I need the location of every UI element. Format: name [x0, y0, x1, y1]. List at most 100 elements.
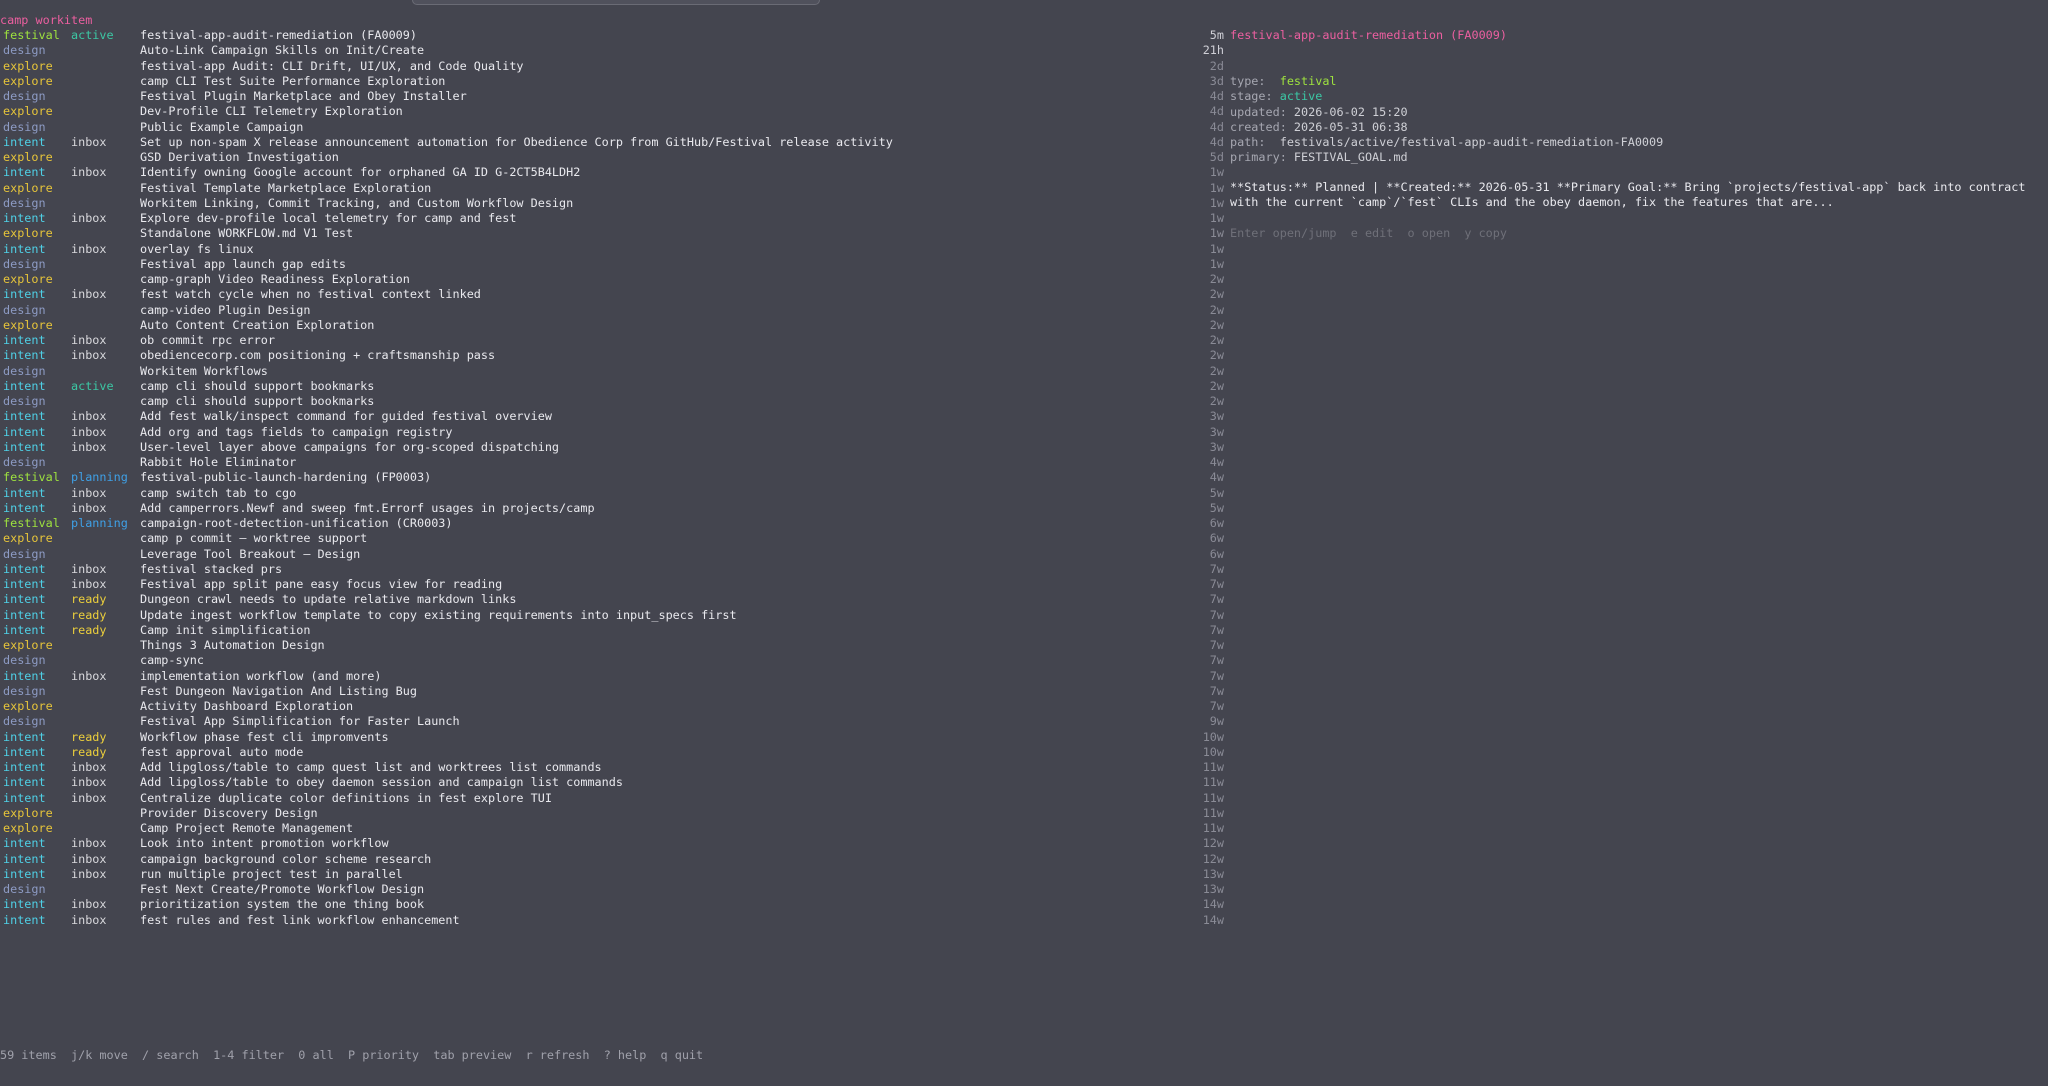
item-age: 5m: [1209, 28, 1224, 42]
list-item[interactable]: intent inbox ob commit rpc error 2w: [0, 333, 1230, 348]
list-item[interactable]: intent inbox campaign background color sch…: [0, 852, 1230, 867]
item-type: design: [3, 394, 46, 408]
item-type: intent: [3, 912, 46, 927]
list-item[interactable]: explore Auto Content Creation Exploration…: [0, 318, 1230, 333]
list-item[interactable]: design Fest Dungeon Navigation And Listin…: [0, 684, 1230, 699]
item-title: Festival app launch gap edits: [140, 256, 346, 271]
item-type: explore: [3, 317, 53, 332]
item-age: 11w: [1202, 805, 1224, 820]
item-status: inbox: [71, 790, 107, 805]
meta-primary: primary: FESTIVAL_GOAL.md: [1230, 150, 1408, 165]
list-item[interactable]: intent inbox festival stacked prs 7w: [0, 562, 1230, 577]
list-item[interactable]: explore festival-app Audit: CLI Drift, UI…: [0, 59, 1230, 74]
list-item[interactable]: explore camp CLI Test Suite Performance E…: [0, 74, 1230, 89]
list-item[interactable]: intent ready Workflow phase fest cli impro…: [0, 730, 1230, 745]
list-item[interactable]: intent active camp cli should support book…: [0, 379, 1230, 394]
list-item[interactable]: explore Provider Discovery Design 11w: [0, 806, 1230, 821]
list-item[interactable]: intent inbox run multiple project test in …: [0, 867, 1230, 882]
list-item[interactable]: intent inbox Add org and tags fields to ca…: [0, 425, 1230, 440]
list-item[interactable]: intent inbox camp switch tab to cgo 5w: [0, 486, 1230, 501]
list-item[interactable]: design Auto-Link Campaign Skills on Init/…: [0, 43, 1230, 58]
item-status: inbox: [71, 485, 107, 500]
item-status: inbox: [71, 134, 107, 149]
list-item[interactable]: design Festival App Simplification for Fa…: [0, 714, 1230, 729]
list-item[interactable]: explore Standalone WORKFLOW.md V1 Test 1w: [0, 226, 1230, 241]
list-item[interactable]: intent inbox Centralize duplicate color de…: [0, 791, 1230, 806]
list-item[interactable]: festival active festival-app-audit-remedia…: [0, 28, 1230, 43]
list-item[interactable]: design Workitem Workflows 2w: [0, 364, 1230, 379]
item-status: ready: [71, 744, 107, 759]
item-title: Explore dev-profile local telemetry for …: [140, 211, 517, 225]
list-item[interactable]: explore Festival Template Marketplace Exp…: [0, 181, 1230, 196]
list-item[interactable]: intent inbox Add camperrors.Newf and sweep…: [0, 501, 1230, 516]
list-item[interactable]: intent inbox Add fest walk/inspect command…: [0, 409, 1230, 424]
list-item[interactable]: explore camp-graph Video Readiness Explor…: [0, 272, 1230, 287]
list-item[interactable]: intent ready Dungeon crawl needs to update…: [0, 592, 1230, 607]
item-age: 10w: [1202, 744, 1224, 759]
list-item[interactable]: intent inbox Look into intent promotion wo…: [0, 836, 1230, 851]
list-item[interactable]: explore camp p commit — worktree support 6…: [0, 531, 1230, 546]
list-item[interactable]: intent inbox Explore dev-profile local tel…: [0, 211, 1230, 226]
item-type: design: [3, 119, 46, 134]
item-age: 7w: [1209, 577, 1224, 591]
item-title: implementation workflow (and more): [140, 668, 382, 683]
item-type: design: [3, 195, 46, 210]
list-item[interactable]: festival planning campaign-root-detection-…: [0, 516, 1230, 531]
item-title: festival stacked prs: [140, 561, 283, 576]
list-item[interactable]: explore GSD Derivation Investigation 5d: [0, 150, 1230, 165]
list-item[interactable]: design Workitem Linking, Commit Tracking,…: [0, 196, 1230, 211]
list-item[interactable]: intent inbox Festival app split pane easy …: [0, 577, 1230, 592]
item-age: 2w: [1209, 333, 1224, 347]
list-item[interactable]: explore Things 3 Automation Design 7w: [0, 638, 1230, 653]
list-item[interactable]: intent inbox obediencecorp.com positioning…: [0, 348, 1230, 363]
item-status: inbox: [71, 668, 107, 683]
list-item[interactable]: design Public Example Campaign 4d: [0, 120, 1230, 135]
window-tab-handle[interactable]: [412, 0, 820, 5]
list-item[interactable]: intent inbox overlay fs linux 1w: [0, 242, 1230, 257]
preview-keyhints: Enter open/jump e edit o open y copy: [1230, 226, 1507, 240]
item-title: Centralize duplicate color definitions i…: [140, 790, 552, 805]
item-age: 12w: [1202, 836, 1224, 851]
item-type: intent: [3, 211, 46, 225]
list-item[interactable]: intent ready fest approval auto mode 10w: [0, 745, 1230, 760]
list-item[interactable]: intent inbox Set up non-spam X release ann…: [0, 135, 1230, 150]
list-item[interactable]: explore Activity Dashboard Exploration 7w: [0, 699, 1230, 714]
item-age: 2w: [1209, 394, 1224, 408]
list-item[interactable]: design camp cli should support bookmarks 2…: [0, 394, 1230, 409]
item-type: intent: [3, 851, 46, 866]
list-item[interactable]: intent inbox Add lipgloss/table to camp qu…: [0, 760, 1230, 775]
list-item[interactable]: intent inbox Identify owning Google accoun…: [0, 165, 1230, 180]
list-item[interactable]: explore Dev-Profile CLI Telemetry Explora…: [0, 104, 1230, 119]
list-item[interactable]: design Leverage Tool Breakout — Design 6w: [0, 547, 1230, 562]
list-item[interactable]: intent inbox fest watch cycle when no fest…: [0, 287, 1230, 302]
item-type: intent: [3, 500, 46, 515]
list-item[interactable]: design Fest Next Create/Promote Workflow …: [0, 882, 1230, 897]
list-item[interactable]: intent inbox prioritization system the one…: [0, 897, 1230, 912]
item-age: 6w: [1209, 531, 1224, 546]
preview-title: festival-app-audit-remediation (FA0009): [1230, 28, 1507, 42]
workitem-list[interactable]: festival active festival-app-audit-remedia…: [0, 28, 1230, 928]
list-item[interactable]: intent inbox User-level layer above campai…: [0, 440, 1230, 455]
item-age: 10w: [1202, 729, 1224, 744]
terminal-window: camp workitem festival active festival-app…: [0, 0, 2048, 1086]
list-item[interactable]: intent inbox implementation workflow (and …: [0, 669, 1230, 684]
item-age: 11w: [1202, 775, 1224, 790]
list-item[interactable]: design Rabbit Hole Eliminator 4w: [0, 455, 1230, 470]
item-type: intent: [3, 897, 46, 912]
list-item[interactable]: explore Camp Project Remote Management 11w: [0, 821, 1230, 836]
list-item[interactable]: design camp-video Plugin Design 2w: [0, 303, 1230, 318]
item-title: Things 3 Automation Design: [140, 638, 325, 652]
item-age: 4w: [1209, 455, 1224, 469]
list-item[interactable]: festival planning festival-public-launch-h…: [0, 470, 1230, 485]
list-item[interactable]: intent ready Camp init simplification 7w: [0, 623, 1230, 638]
list-item[interactable]: intent inbox Add lipgloss/table to obey da…: [0, 775, 1230, 790]
list-item[interactable]: intent inbox fest rules and fest link work…: [0, 913, 1230, 928]
list-item[interactable]: design Festival Plugin Marketplace and Ob…: [0, 89, 1230, 104]
item-age: 13w: [1202, 882, 1224, 896]
item-title: Camp init simplification: [140, 622, 311, 637]
item-status: inbox: [71, 897, 107, 912]
item-type: design: [3, 302, 46, 317]
list-item[interactable]: design camp-sync 7w: [0, 653, 1230, 668]
list-item[interactable]: intent ready Update ingest workflow templa…: [0, 608, 1230, 623]
list-item[interactable]: design Festival app launch gap edits 1w: [0, 257, 1230, 272]
